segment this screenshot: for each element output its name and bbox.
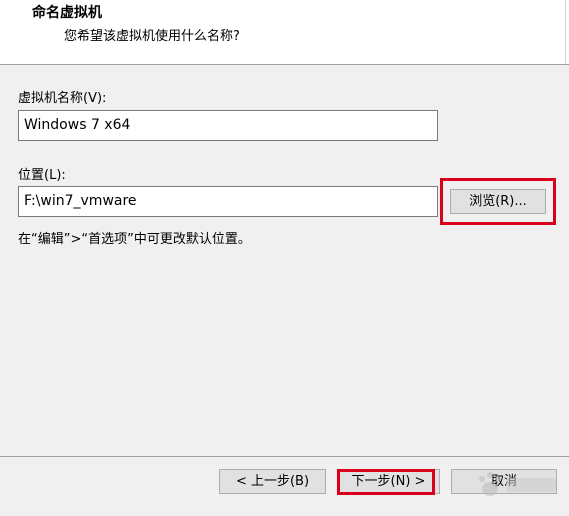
location-input[interactable]: F:\win7_vmware (18, 186, 438, 217)
vm-name-label: 虚拟机名称(V): (18, 91, 107, 106)
location-hint: 在“编辑”>“首选项”中可更改默认位置。 (18, 232, 251, 247)
back-button[interactable]: < 上一步(B) (219, 469, 326, 494)
new-vm-wizard-dialog: 命名虚拟机 您希望该虚拟机使用什么名称? 虚拟机名称(V): Windows 7… (0, 0, 569, 516)
next-button[interactable]: 下一步(N) > (337, 469, 440, 494)
cancel-button[interactable]: 取消 (451, 469, 557, 494)
page-title: 命名虚拟机 (32, 5, 102, 21)
wizard-header: 命名虚拟机 您希望该虚拟机使用什么名称? (0, 0, 569, 64)
vm-name-input[interactable]: Windows 7 x64 (18, 110, 438, 141)
header-edge (565, 0, 566, 64)
browse-button[interactable]: 浏览(R)... (450, 189, 546, 214)
location-label: 位置(L): (18, 168, 66, 183)
page-subtitle: 您希望该虚拟机使用什么名称? (64, 29, 240, 44)
